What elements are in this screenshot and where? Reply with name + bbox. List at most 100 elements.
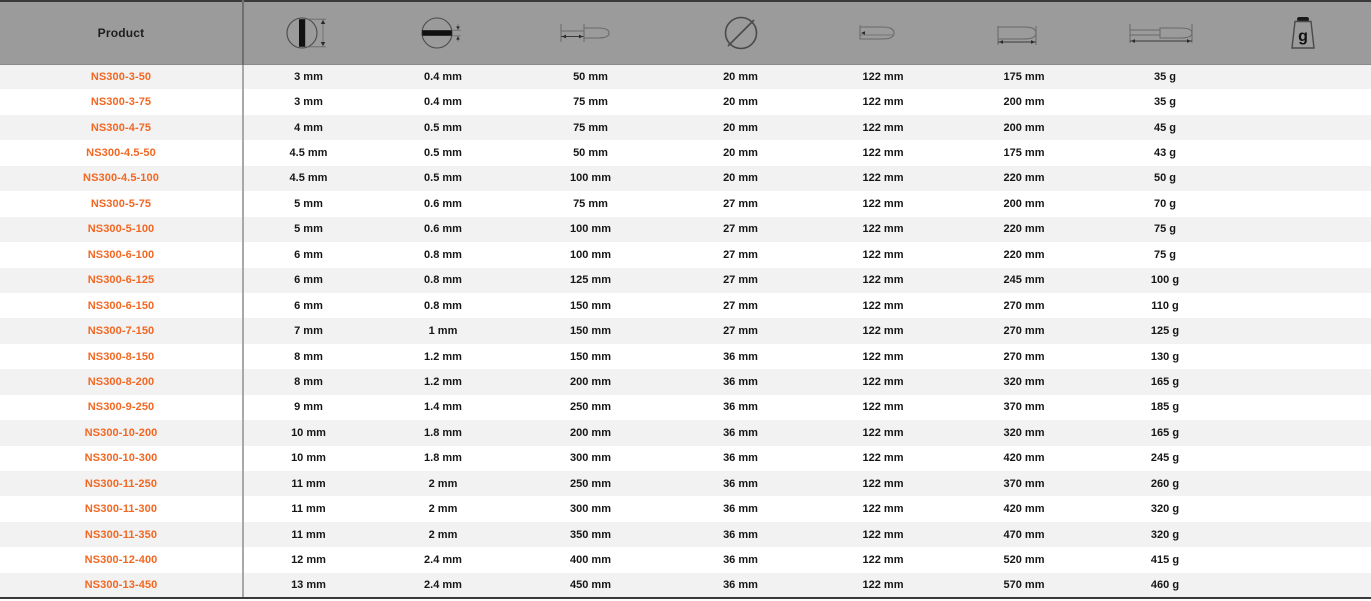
blade-thickness-value: 0.6 mm xyxy=(424,223,462,236)
weight-value: 125 g xyxy=(1150,325,1180,338)
table-row[interactable]: NS300-7-150 7 mm 1 mm 150 mm 27 mm 122 mm 270 … xyxy=(0,318,1371,344)
blade-thickness-value: 2.4 mm xyxy=(373,572,513,600)
product-code-link[interactable]: NS300-12-400 xyxy=(0,547,244,573)
product-code-link[interactable]: NS300-9-250 xyxy=(0,394,244,421)
handle-length-value: 220 mm xyxy=(1003,172,1045,185)
blade-width-value: 11 mm xyxy=(291,503,326,516)
row-spacer-cell xyxy=(1235,369,1371,394)
handle-diameter-value: 122 mm xyxy=(813,572,953,600)
table-row[interactable]: NS300-8-200 8 mm 1.2 mm 200 mm 36 mm 122 mm 32… xyxy=(0,369,1371,395)
weight-value: 130 g xyxy=(1150,350,1180,363)
blade-width-value: 10 mm xyxy=(291,452,326,465)
blade-length-value: 200 mm xyxy=(570,375,611,388)
table-row[interactable]: NS300-11-250 11 mm 2 mm 250 mm 36 mm 122 mm 37… xyxy=(0,471,1371,497)
blade-length-value: 300 mm xyxy=(570,452,611,465)
weight-value: 165 g xyxy=(1150,375,1180,388)
blade-thickness-value: 2 mm xyxy=(428,503,458,516)
blade-thickness-value: 1.2 mm xyxy=(424,375,462,388)
product-code-link[interactable]: NS300-11-250 xyxy=(0,471,244,497)
blade-width-value: 5 mm xyxy=(294,223,323,236)
handle-length-value: 370 mm xyxy=(1003,401,1045,414)
column-header-shaft-diameter xyxy=(668,0,813,65)
blade-length-value: 450 mm xyxy=(513,572,668,600)
blade-width-value: 6 mm xyxy=(294,274,323,287)
table-row[interactable]: NS300-6-150 6 mm 0.8 mm 150 mm 27 mm 122 mm 27… xyxy=(0,292,1371,319)
blade-width-value: 3 mm xyxy=(294,96,323,109)
handle-length-value: 220 mm xyxy=(1003,248,1045,261)
product-code-link[interactable]: NS300-3-75 xyxy=(0,89,244,115)
table-body: NS300-3-50 3 mm 0.4 mm 50 mm 20 mm 122 mm 175 … xyxy=(0,64,1371,600)
handle-diameter-value: 122 mm xyxy=(862,197,904,210)
shaft-diameter-value: 20 mm xyxy=(723,172,758,185)
blade-width-value: 4.5 mm xyxy=(289,147,328,160)
weight-value: 35 g xyxy=(1153,96,1176,109)
product-code-link[interactable]: NS300-8-200 xyxy=(0,369,244,395)
handle-length-value: 245 mm xyxy=(1003,274,1045,287)
blade-width-value: 3 mm xyxy=(294,70,323,83)
handle-length-value: 270 mm xyxy=(1003,325,1045,338)
weight-value: 245 g xyxy=(1150,452,1180,465)
product-code-link[interactable]: NS300-7-150 xyxy=(0,318,244,344)
blade-thickness-value: 0.5 mm xyxy=(424,147,462,160)
blade-width-icon xyxy=(244,3,373,63)
blade-thickness-value: 1 mm xyxy=(428,325,458,338)
blade-width-value: 6 mm xyxy=(294,299,323,312)
product-code-link[interactable]: NS300-10-300 xyxy=(0,445,244,471)
table-row[interactable]: NS300-13-450 13 mm 2.4 mm 450 mm 36 mm 122 mm… xyxy=(0,572,1371,600)
shaft-diameter-value: 36 mm xyxy=(723,375,758,388)
product-code-link[interactable]: NS300-10-200 xyxy=(0,420,244,446)
product-code-link[interactable]: NS300-11-350 xyxy=(0,521,244,548)
table-row[interactable]: NS300-6-125 6 mm 0.8 mm 125 mm 27 mm 122 mm 24… xyxy=(0,267,1371,293)
table-row[interactable]: NS300-11-300 11 mm 2 mm 300 mm 36 mm 122 mm 42… xyxy=(0,496,1371,522)
blade-width-value: 6 mm xyxy=(294,248,323,261)
blade-length-value: 150 mm xyxy=(570,299,611,312)
table-row[interactable]: NS300-10-300 10 mm 1.8 mm 300 mm 36 mm 122 mm… xyxy=(0,445,1371,471)
table-row[interactable]: NS300-4.5-100 4.5 mm 0.5 mm 100 mm 20 mm 122 … xyxy=(0,165,1371,192)
handle-length-value: 320 mm xyxy=(1003,375,1045,388)
handle-length-icon xyxy=(953,3,1095,63)
column-header-handle-diameter xyxy=(813,0,953,65)
product-code-link[interactable]: NS300-8-150 xyxy=(0,343,244,370)
table-row[interactable]: NS300-10-200 10 mm 1.8 mm 200 mm 36 mm 122 mm… xyxy=(0,420,1371,446)
table-row[interactable]: NS300-4.5-50 4.5 mm 0.5 mm 50 mm 20 mm 122 mm… xyxy=(0,140,1371,166)
product-code-link[interactable]: NS300-4-75 xyxy=(0,114,244,141)
shaft-diameter-value: 20 mm xyxy=(723,70,758,83)
product-code-link[interactable]: NS300-6-150 xyxy=(0,292,244,319)
table-row[interactable]: NS300-3-50 3 mm 0.4 mm 50 mm 20 mm 122 mm 175 … xyxy=(0,64,1371,90)
product-code-link[interactable]: NS300-4.5-100 xyxy=(0,165,244,192)
table-row[interactable]: NS300-8-150 8 mm 1.2 mm 150 mm 36 mm 122 mm 27… xyxy=(0,343,1371,370)
blade-length-value: 75 mm xyxy=(573,96,608,109)
blade-thickness-value: 2.4 mm xyxy=(424,554,462,567)
row-spacer-cell xyxy=(1235,318,1371,343)
weight-value: 165 g xyxy=(1150,426,1180,439)
product-code-link[interactable]: NS300-6-100 xyxy=(0,242,244,268)
table-row[interactable]: NS300-9-250 9 mm 1.4 mm 250 mm 36 mm 122 mm 37… xyxy=(0,394,1371,421)
product-code-link[interactable]: NS300-3-50 xyxy=(0,64,244,90)
handle-diameter-value: 122 mm xyxy=(862,299,904,312)
table-row[interactable]: NS300-5-75 5 mm 0.6 mm 75 mm 27 mm 122 mm 200 … xyxy=(0,191,1371,217)
weight-value: 50 g xyxy=(1153,172,1176,185)
product-code-link[interactable]: NS300-11-300 xyxy=(0,496,244,522)
table-row[interactable]: NS300-4-75 4 mm 0.5 mm 75 mm 20 mm 122 mm 200 … xyxy=(0,114,1371,141)
blade-length-icon xyxy=(513,3,668,63)
table-row[interactable]: NS300-11-350 11 mm 2 mm 350 mm 36 mm 122 mm 47… xyxy=(0,521,1371,548)
blade-width-value: 13 mm xyxy=(243,572,373,600)
row-spacer-cell xyxy=(1235,115,1371,140)
weight-value: 415 g xyxy=(1150,554,1180,567)
table-row[interactable]: NS300-12-400 12 mm 2.4 mm 400 mm 36 mm 122 mm… xyxy=(0,547,1371,573)
product-code-link[interactable]: NS300-13-450 xyxy=(0,572,244,600)
product-code-link[interactable]: NS300-5-100 xyxy=(0,216,244,243)
table-row[interactable]: NS300-5-100 5 mm 0.6 mm 100 mm 27 mm 122 mm 22… xyxy=(0,216,1371,243)
shaft-diameter-value: 36 mm xyxy=(723,426,758,439)
table-row[interactable]: NS300-3-75 3 mm 0.4 mm 75 mm 20 mm 122 mm 200 … xyxy=(0,89,1371,115)
product-code-link[interactable]: NS300-5-75 xyxy=(0,191,244,217)
row-spacer-cell xyxy=(1235,471,1371,496)
product-code-link[interactable]: NS300-6-125 xyxy=(0,267,244,293)
handle-diameter-value: 122 mm xyxy=(862,452,904,465)
row-spacer-cell xyxy=(1235,547,1371,572)
blade-length-value: 350 mm xyxy=(570,528,611,541)
blade-length-value: 50 mm xyxy=(573,70,608,83)
product-code-link[interactable]: NS300-4.5-50 xyxy=(0,140,244,166)
weight-value: 43 g xyxy=(1153,147,1176,160)
table-row[interactable]: NS300-6-100 6 mm 0.8 mm 100 mm 27 mm 122 mm 22… xyxy=(0,242,1371,268)
